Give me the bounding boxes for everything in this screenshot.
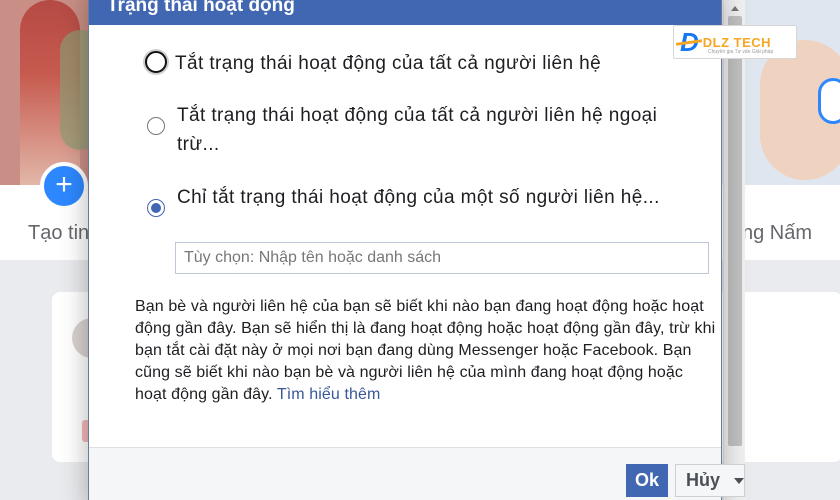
option-turn-off-all-except[interactable]: Tắt trạng thái hoạt động của tất cả ngườ… (147, 101, 667, 159)
dialog-description: Bạn bè và người liên hệ của bạn sẽ biết … (135, 296, 717, 406)
option-label: Chỉ tắt trạng thái hoạt động của một số … (177, 187, 660, 208)
option-label: Tắt trạng thái hoạt động của tất cả ngườ… (175, 53, 602, 74)
logo-tagline: Chuyên gia Tư vấn Giải pháp (708, 49, 774, 55)
option-label: Tắt trạng thái hoạt động của tất cả ngườ… (177, 105, 658, 155)
dialog-title: Trạng thái hoạt động (107, 0, 295, 16)
plus-icon[interactable]: + (40, 162, 88, 210)
page-scrollbar[interactable] (723, 0, 745, 500)
scrollbar-thumb[interactable] (728, 16, 742, 446)
radio-turn-off-all-except[interactable] (147, 117, 165, 135)
ok-button[interactable]: Ok (626, 464, 668, 497)
chevron-down-icon[interactable] (734, 478, 744, 484)
dlz-tech-logo: D DLZ TECH Chuyên gia Tư vấn Giải pháp (673, 25, 797, 59)
active-status-dialog: Trạng thái hoạt động Tắt trạng thái hoạt… (88, 0, 745, 500)
friend-story-name: ng Nấm (742, 222, 813, 244)
story-avatar (818, 78, 840, 124)
dialog-header: Trạng thái hoạt động (89, 0, 721, 25)
option-turn-off-some[interactable]: Chỉ tắt trạng thái hoạt động của một số … (147, 183, 667, 217)
radio-turn-off-all[interactable] (145, 51, 167, 73)
option-turn-off-all[interactable]: Tắt trạng thái hoạt động của tất cả ngườ… (145, 51, 601, 78)
dialog-footer: Ok Hủy (89, 447, 745, 500)
cancel-button[interactable]: Hủy (675, 464, 745, 497)
scroll-up-arrow-icon[interactable] (731, 6, 739, 11)
logo-mark: D (680, 27, 699, 57)
logo-text: DLZ TECH (702, 34, 772, 50)
create-story-label: Tạo tin (28, 222, 90, 244)
radio-turn-off-some[interactable] (147, 199, 165, 217)
description-text: Bạn bè và người liên hệ của bạn sẽ biết … (135, 298, 716, 403)
story-card-left[interactable] (0, 0, 100, 185)
contacts-search-input[interactable] (175, 242, 709, 274)
cancel-label: Hủy (686, 470, 721, 490)
learn-more-link[interactable]: Tìm hiểu thêm (277, 386, 381, 403)
